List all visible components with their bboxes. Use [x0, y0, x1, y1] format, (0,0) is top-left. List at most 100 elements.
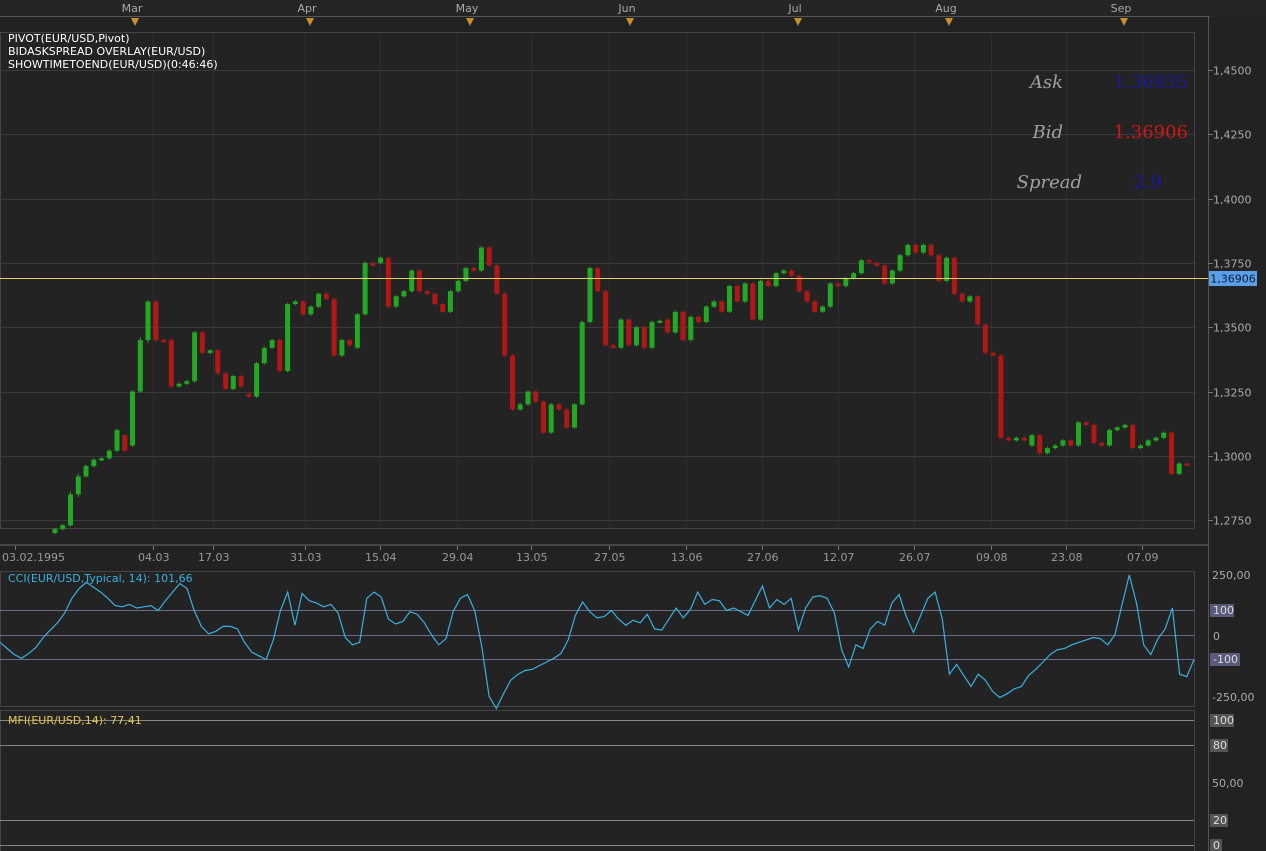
date-axis-line: [0, 544, 1208, 546]
candle-body: [300, 301, 306, 315]
candle-body: [556, 404, 562, 410]
cci-axis-0: 0: [1213, 630, 1220, 643]
candle-body: [1169, 432, 1174, 474]
candle-body: [820, 306, 826, 312]
date-label: 09.08: [976, 551, 1008, 564]
candle-body: [928, 244, 934, 256]
mfi-axis-0: 0: [1213, 839, 1220, 851]
candle-body: [502, 293, 508, 356]
candle-body: [1029, 435, 1035, 446]
cci-axis-top: 250,00: [1212, 569, 1251, 582]
candle-body: [804, 291, 810, 302]
candle-body: [176, 383, 182, 387]
candle-body: [1176, 463, 1182, 474]
candle-body: [634, 327, 639, 346]
candle-body: [827, 283, 833, 307]
candle-body: [192, 332, 198, 382]
candle-body: [703, 306, 709, 322]
candle-body: [1161, 432, 1167, 438]
candle-body: [223, 373, 229, 389]
candle-body: [1006, 437, 1012, 441]
candle-body: [959, 293, 965, 302]
candle-body: [587, 268, 593, 322]
month-label: Aug: [935, 2, 956, 15]
candle-body: [254, 363, 260, 397]
candle-body: [672, 311, 678, 333]
trading-chart[interactable]: Mar Apr May Jun Jul Aug Sep 1,4500 1,4250 1,4000…: [0, 0, 1266, 851]
month-label: Mar: [122, 2, 143, 15]
candle-body: [52, 529, 58, 533]
candle-body: [106, 450, 112, 459]
indicator-pivot-label: PIVOT(EUR/USD,Pivot): [8, 32, 130, 45]
candle-body: [424, 291, 430, 294]
candle-body: [626, 319, 632, 346]
candle-body: [416, 270, 422, 292]
candle-body: [1184, 463, 1190, 466]
cci-legend: CCI(EUR/USD,Typical, 14): 101,66: [8, 572, 193, 585]
candle-body: [913, 244, 919, 253]
bid-value: 1.36906: [1114, 122, 1188, 143]
candle-body: [261, 347, 267, 364]
mfi-axis-100: 100: [1213, 714, 1234, 727]
candle-body: [641, 327, 647, 348]
candle-body: [114, 430, 120, 451]
candle-body: [1153, 437, 1159, 441]
candle-body: [184, 381, 190, 384]
candle-body: [967, 296, 973, 302]
candle-body: [285, 304, 291, 371]
price-tick-label: 1,3500: [1213, 322, 1252, 335]
indicator-timetoend-label: SHOWTIMETOEND(EUR/USD)(0:46:46): [8, 58, 218, 71]
date-label: 03.02.1995: [2, 551, 65, 564]
candle-body: [889, 270, 895, 284]
candle-body: [1076, 422, 1081, 446]
ask-label: Ask: [1028, 72, 1063, 93]
candle-body: [455, 280, 461, 292]
candle-body: [207, 350, 213, 353]
candle-body: [1068, 440, 1074, 446]
candle-body: [595, 268, 601, 292]
candle-body: [145, 301, 151, 341]
candle-body: [858, 260, 864, 274]
month-label: Sep: [1111, 2, 1132, 15]
candle-body: [471, 268, 477, 271]
candle-body: [711, 301, 717, 307]
candle-body: [362, 262, 368, 315]
date-label: 29.04: [442, 551, 474, 564]
candle-body: [665, 319, 670, 333]
candle-body: [998, 355, 1004, 438]
date-label: 17.03: [198, 551, 230, 564]
mfi-panel[interactable]: [0, 710, 1195, 851]
candle-body: [1114, 427, 1120, 431]
candle-body: [765, 280, 771, 286]
candle-body: [1099, 442, 1105, 446]
price-tick-label: 1,4250: [1213, 129, 1252, 142]
price-tick-label: 1,3750: [1213, 258, 1252, 271]
candle-body: [618, 319, 624, 348]
bid-label: Bid: [1031, 122, 1063, 143]
candle-body: [1021, 437, 1027, 441]
month-label: May: [456, 2, 479, 15]
candle-body: [944, 257, 950, 281]
candle-body: [486, 247, 492, 266]
candle-body: [432, 293, 438, 305]
candle-body: [478, 247, 484, 271]
candle-body: [905, 244, 911, 256]
candle-body: [68, 494, 73, 526]
candle-body: [168, 340, 174, 387]
candle-body: [199, 332, 205, 353]
date-label: 23.08: [1051, 551, 1083, 564]
candle-body: [75, 476, 81, 495]
date-label: 15.04: [365, 551, 397, 564]
candle-body: [657, 320, 663, 323]
cci-panel[interactable]: [0, 571, 1195, 707]
candle-body: [603, 291, 608, 346]
candle-body: [951, 257, 957, 294]
candle-body: [440, 304, 446, 312]
candle-body: [316, 293, 322, 307]
candle-body: [215, 350, 221, 374]
candle-body: [99, 458, 104, 461]
mfi-axis-20: 20: [1213, 814, 1227, 827]
cci-axis-minus-100: -100: [1213, 653, 1238, 666]
mfi-axis-50: 50,00: [1212, 777, 1244, 790]
candle-body: [564, 409, 570, 428]
